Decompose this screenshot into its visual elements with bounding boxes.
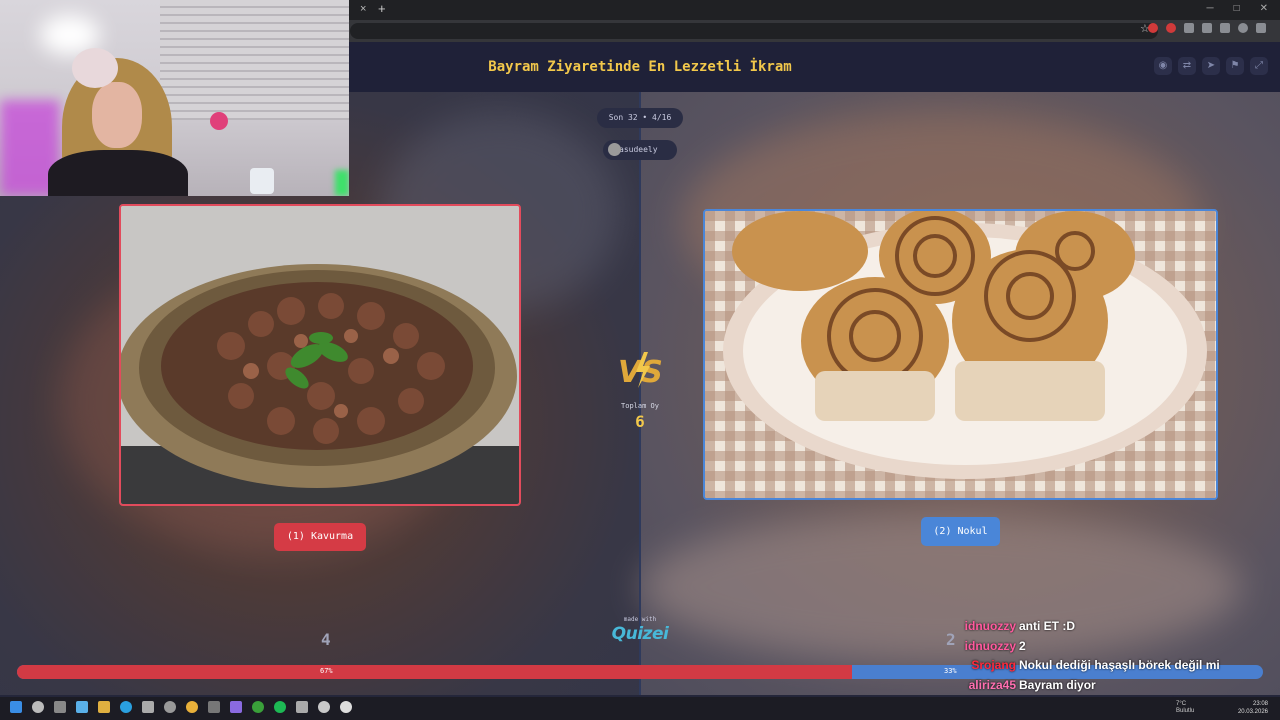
chat-message: Srojang Nokul dediği haşaşlı börek değil …	[962, 658, 1280, 678]
start-icon[interactable]	[10, 701, 22, 713]
eye-icon[interactable]: ◉	[1154, 57, 1172, 75]
taskbar: 23:08 20.03.2026	[0, 697, 1280, 720]
chat-username: aliriza45	[968, 677, 1016, 692]
app-icon[interactable]	[340, 701, 352, 713]
system-clock[interactable]: 23:08 20.03.2026	[1238, 700, 1268, 716]
tab-close-icon[interactable]: ×	[360, 3, 366, 15]
chrome-icon[interactable]	[186, 701, 198, 713]
extension-icon[interactable]	[1202, 23, 1212, 33]
profile-avatar[interactable]	[1238, 23, 1248, 33]
chat-text: Bayram diyor	[1019, 677, 1096, 692]
chat-message: aliriza45 Bayram diyor	[962, 678, 1280, 698]
obs-icon[interactable]	[318, 701, 330, 713]
expand-icon[interactable]: ⤢	[1250, 57, 1268, 75]
center-divider	[639, 92, 641, 695]
send-icon[interactable]: ➤	[1202, 57, 1220, 75]
window-controls: ─ □ ✕	[1206, 3, 1268, 14]
extension-icon[interactable]	[1166, 23, 1176, 33]
progress-percent-left: 67%	[320, 667, 333, 675]
close-window-icon[interactable]: ✕	[1260, 3, 1268, 14]
vote-button-left[interactable]: (1) Kavurma	[274, 523, 366, 551]
extension-icon[interactable]	[1184, 23, 1194, 33]
discord-icon[interactable]	[230, 701, 242, 713]
share-icon[interactable]: ⇄	[1178, 57, 1196, 75]
chat-username: Srojang	[971, 658, 1016, 672]
creator-badge[interactable]: asudeely	[603, 140, 677, 160]
chat-username: idnuozzy	[964, 619, 1016, 633]
vote-count-right: 2	[946, 630, 956, 649]
spotify-icon[interactable]	[274, 701, 286, 713]
chat-text: Nokul dediği haşaşlı börek değil mi	[1019, 658, 1220, 672]
weather-desc: Bulutlu	[1176, 708, 1195, 714]
weather-temp: 7°C	[1176, 701, 1187, 707]
total-votes-value: 6	[635, 412, 645, 431]
clock-date: 20.03.2026	[1237, 709, 1268, 715]
flag-icon[interactable]: ⚑	[1226, 57, 1244, 75]
weather-widget[interactable]: 7°C Bulutlu	[1176, 701, 1194, 715]
creator-username: asudeely	[619, 145, 658, 154]
xbox-icon[interactable]	[252, 701, 264, 713]
svg-text:VS: VS	[618, 355, 663, 390]
address-bar[interactable]	[350, 23, 1158, 39]
option-card-left[interactable]	[119, 204, 521, 506]
widgets-icon[interactable]	[76, 701, 88, 713]
new-tab-button[interactable]: +	[378, 1, 386, 16]
round-badge: Son 32 • 4/16	[597, 108, 683, 128]
screen: × + ─ □ ✕ ☆ Bayram Ziyaretinde En Lezzet…	[0, 0, 1280, 720]
chat-text: anti ET :D	[1019, 619, 1075, 633]
header-actions: ◉ ⇄ ➤ ⚑ ⤢	[1154, 57, 1268, 75]
app-icon[interactable]	[296, 701, 308, 713]
extensions-puzzle-icon[interactable]	[1220, 23, 1230, 33]
edge-icon[interactable]	[120, 701, 132, 713]
extension-icons	[1148, 23, 1266, 33]
minimize-icon[interactable]: ─	[1206, 3, 1213, 14]
made-with-label: made with	[623, 616, 657, 623]
brand-logo[interactable]: Quizei	[606, 624, 674, 644]
option-card-right[interactable]	[703, 209, 1218, 500]
store-icon[interactable]	[142, 701, 154, 713]
vote-count-left: 4	[321, 630, 331, 649]
total-votes-label: Toplam Oy	[621, 402, 659, 410]
chat-message: idnuozzy 2	[962, 639, 1280, 659]
settings-icon[interactable]	[164, 701, 176, 713]
extension-icon[interactable]	[1148, 23, 1158, 33]
browser-menu-icon[interactable]	[1256, 23, 1266, 33]
chat-text: 2	[1019, 638, 1026, 653]
chat-username: idnuozzy	[964, 638, 1016, 653]
task-view-icon[interactable]	[54, 701, 66, 713]
taskbar-icons	[10, 701, 352, 713]
file-explorer-icon[interactable]	[98, 701, 110, 713]
nokul-image	[705, 211, 1216, 498]
progress-percent-right: 33%	[944, 667, 957, 675]
kavurma-image	[121, 206, 519, 504]
chat-message: idnuozzy anti ET :D	[962, 619, 1280, 639]
search-icon[interactable]	[32, 701, 44, 713]
progress-fill-left	[17, 665, 852, 679]
vote-button-right[interactable]: (2) Nokul	[921, 517, 1000, 546]
clock-time: 23:08	[1252, 701, 1268, 707]
vs-logo-icon: VS	[618, 352, 663, 390]
webcam-overlay	[0, 0, 349, 196]
maximize-icon[interactable]: □	[1234, 3, 1240, 14]
camera-icon[interactable]	[208, 701, 220, 713]
avatar	[608, 143, 621, 156]
